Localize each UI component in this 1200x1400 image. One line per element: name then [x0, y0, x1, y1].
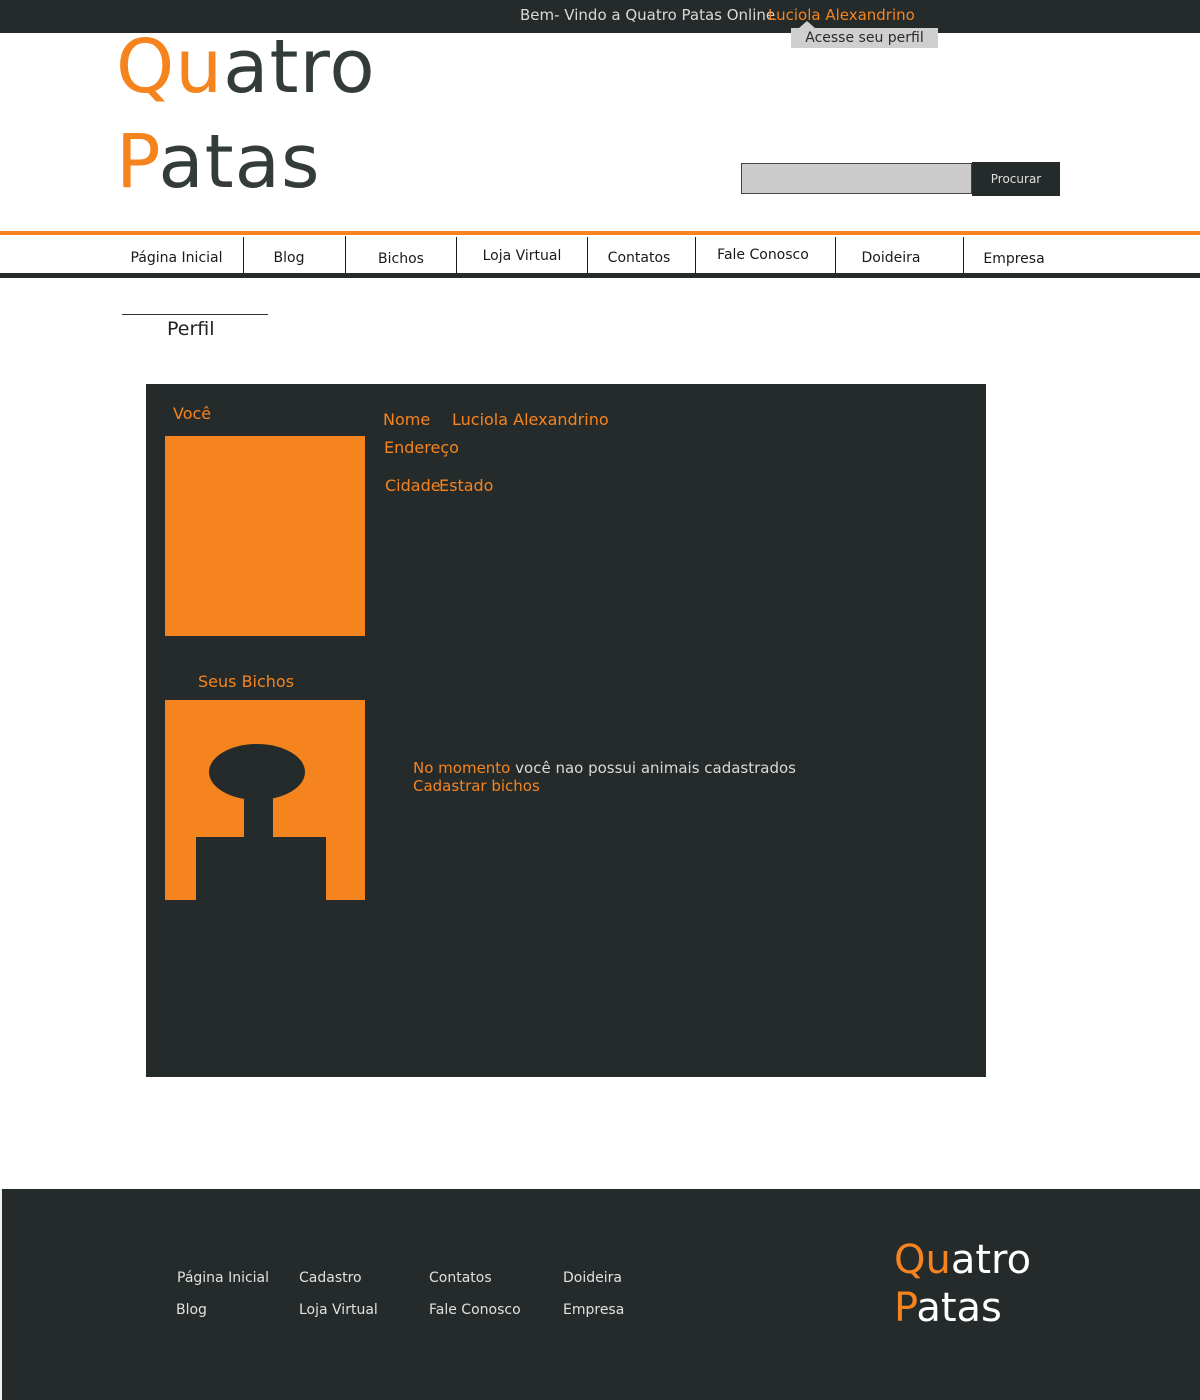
profile-tooltip-link[interactable]: Acesse seu perfil: [791, 28, 938, 48]
footer-link-contatos[interactable]: Contatos: [429, 1270, 492, 1286]
footer-link-blog[interactable]: Blog: [176, 1302, 207, 1318]
user-name-link[interactable]: Luciola Alexandrino: [768, 6, 915, 24]
page-title: Perfil: [167, 318, 215, 340]
name-value: Luciola Alexandrino: [452, 410, 609, 429]
site-logo-line1[interactable]: Quatro: [116, 30, 376, 104]
footer-logo-accent: Qu: [894, 1237, 951, 1283]
search-input[interactable]: [741, 163, 972, 194]
logo-accent-text: Qu: [116, 24, 224, 110]
welcome-message: Bem- Vindo a Quatro Patas Online: [520, 6, 776, 24]
pet-silhouette-icon: [196, 744, 326, 900]
address-label: Endereço: [384, 438, 459, 457]
no-pets-highlight: No momento: [413, 759, 511, 777]
register-pets-link[interactable]: Cadastrar bichos: [413, 777, 540, 795]
no-pets-message: No momento você nao possui animais cadas…: [413, 759, 796, 777]
you-label: Você: [173, 404, 212, 423]
nav-item-blog[interactable]: Blog: [244, 238, 334, 273]
footer-logo-accent: P: [894, 1285, 917, 1331]
nav-item-contatos[interactable]: Contatos: [588, 238, 690, 273]
nav-top-border: [0, 231, 1200, 235]
logo-text: atro: [223, 24, 376, 110]
footer-logo-line1[interactable]: Quatro: [894, 1240, 1031, 1280]
footer-logo-text: atro: [950, 1237, 1032, 1283]
tooltip-arrow-icon: [799, 21, 815, 28]
footer-logo-text: atas: [916, 1285, 1002, 1331]
avatar[interactable]: [165, 436, 365, 636]
nav-item-fale-conosco[interactable]: Fale Conosco: [696, 235, 830, 270]
nav-item-pagina-inicial[interactable]: Página Inicial: [110, 238, 243, 273]
search-button[interactable]: Procurar: [972, 162, 1060, 196]
footer-logo-line2[interactable]: Patas: [894, 1288, 1002, 1328]
state-label: Estado: [439, 476, 494, 495]
pets-label: Seus Bichos: [198, 672, 295, 691]
no-pets-rest: você nao possui animais cadastrados: [510, 759, 796, 777]
name-label: Nome: [383, 410, 431, 429]
footer-link-pagina-inicial[interactable]: Página Inicial: [177, 1270, 269, 1286]
city-label: Cidade: [385, 476, 441, 495]
nav-item-bichos[interactable]: Bichos: [346, 239, 456, 274]
footer-link-loja-virtual[interactable]: Loja Virtual: [299, 1302, 378, 1318]
footer-link-empresa[interactable]: Empresa: [563, 1302, 624, 1318]
logo-accent-text: P: [116, 119, 159, 205]
nav-item-empresa[interactable]: Empresa: [964, 239, 1064, 274]
pet-placeholder-icon: [165, 700, 365, 900]
footer-link-doideira[interactable]: Doideira: [563, 1270, 622, 1286]
site-logo-line2[interactable]: Patas: [116, 125, 321, 199]
footer-link-cadastro[interactable]: Cadastro: [299, 1270, 362, 1286]
nav-item-loja-virtual[interactable]: Loja Virtual: [457, 236, 587, 271]
logo-text: atas: [158, 119, 321, 205]
footer: [0, 1189, 1200, 1400]
section-title-rule: [122, 314, 268, 315]
footer-link-fale-conosco[interactable]: Fale Conosco: [429, 1302, 521, 1318]
nav-item-doideira[interactable]: Doideira: [836, 238, 946, 273]
